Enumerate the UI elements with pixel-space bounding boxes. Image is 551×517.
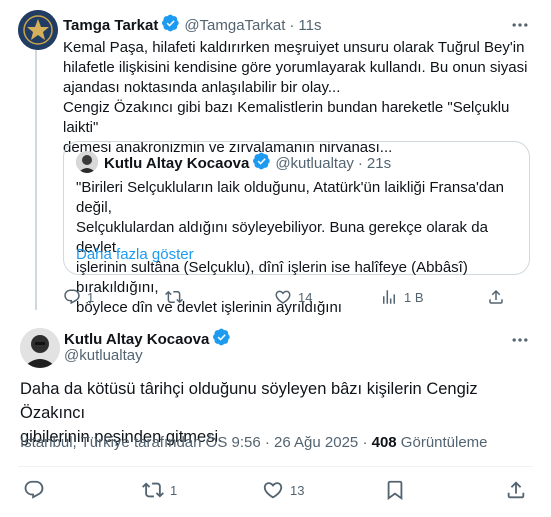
verified-badge-icon: [213, 328, 231, 351]
like-button[interactable]: 14: [274, 288, 312, 306]
like-count: 13: [290, 482, 305, 498]
avatar-kutlualtay[interactable]: [20, 328, 60, 368]
location-time[interactable]: İstanbul, Türkiye tarafından ÖS 9:56 · 2…: [20, 434, 372, 451]
author-name[interactable]: Tamga Tarkat: [63, 17, 158, 34]
author-name[interactable]: Kutlu Altay Kocaova: [64, 331, 209, 348]
tweet1-header: Tamga Tarkat @TamgaTarkat · 11s: [63, 14, 322, 37]
views-count: 1 B: [404, 289, 424, 305]
repost-count: 1: [170, 482, 178, 498]
verified-badge-icon: [162, 14, 180, 37]
quote-author-name: Kutlu Altay Kocaova: [104, 155, 250, 172]
like-button[interactable]: 13: [262, 479, 304, 501]
divider: [18, 466, 533, 467]
repost-button[interactable]: [165, 288, 189, 306]
timestamp[interactable]: 11s: [298, 17, 321, 34]
verified-badge-icon: [253, 152, 271, 175]
reply-button[interactable]: 1: [63, 288, 94, 306]
quoted-tweet-card[interactable]: Kutlu Altay Kocaova @kutlualtay · 21s "B…: [63, 141, 530, 316]
tweet2-header-handle: @kutlualtay: [64, 347, 143, 364]
views-total: 408: [371, 434, 397, 451]
quote-timestamp: 21s: [366, 155, 392, 172]
reply-icon: [64, 289, 80, 305]
reply-count: 1: [87, 289, 95, 305]
reply-icon: [24, 480, 44, 499]
like-icon: [263, 482, 283, 499]
views-icon: [383, 290, 395, 304]
repost-icon: [142, 482, 164, 498]
separator: ·: [357, 155, 363, 172]
more-icon[interactable]: [510, 15, 532, 35]
repost-button[interactable]: 1: [142, 479, 177, 501]
emblem-icon: [18, 10, 58, 50]
avatar-kutlualtay-small: [76, 151, 98, 173]
views-label: Görüntüleme: [396, 434, 488, 451]
avatar-tamgatarkat[interactable]: [18, 10, 58, 50]
share-icon: [489, 289, 503, 304]
tweet1-text: Kemal Paşa, hilafeti kaldırırken meşruiy…: [63, 39, 528, 156]
quote-author-handle: @kutlualtay: [275, 155, 354, 172]
tweet2-meta: İstanbul, Türkiye tarafından ÖS 9:56 · 2…: [20, 434, 488, 451]
show-more-link[interactable]: Daha fazla göster: [76, 246, 194, 263]
reply-button[interactable]: [23, 479, 51, 501]
separator: ·: [289, 17, 295, 34]
more-icon[interactable]: [510, 330, 532, 350]
views-button[interactable]: 1 B: [380, 288, 424, 306]
author-handle[interactable]: @kutlualtay: [64, 347, 143, 364]
bookmark-icon: [387, 480, 403, 501]
share-icon: [507, 481, 525, 499]
share-button[interactable]: [487, 288, 505, 306]
quote-header: Kutlu Altay Kocaova @kutlualtay · 21s: [104, 152, 391, 175]
like-icon: [275, 290, 291, 304]
repost-icon: [165, 290, 183, 304]
share-button[interactable]: [505, 479, 527, 501]
author-handle[interactable]: @TamgaTarkat: [184, 17, 285, 34]
thread-line: [35, 50, 37, 310]
bookmark-button[interactable]: [384, 479, 406, 501]
like-count: 14: [298, 289, 313, 305]
